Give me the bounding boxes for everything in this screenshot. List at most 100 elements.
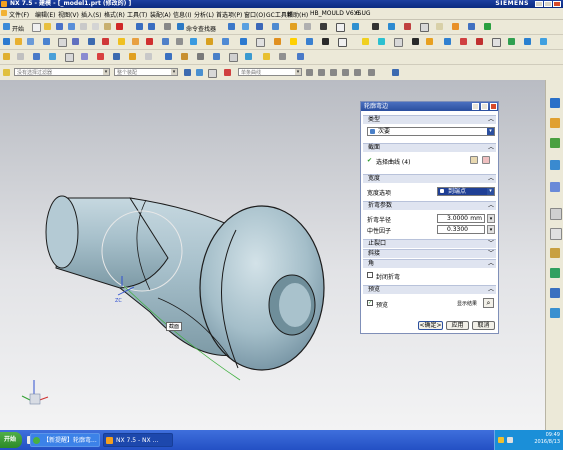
- snap-intersection-icon[interactable]: [354, 69, 361, 76]
- cube-icon[interactable]: [392, 69, 399, 76]
- bend-parameters-header[interactable]: 折弯参数 ︿: [363, 201, 496, 210]
- preview-checkbox[interactable]: ✓: [367, 300, 373, 306]
- select-features-icon[interactable]: [184, 69, 191, 76]
- highlight-icon[interactable]: [362, 38, 369, 45]
- zoom-icon[interactable]: [256, 23, 263, 30]
- sphere-icon[interactable]: [72, 38, 79, 45]
- unite-icon[interactable]: [118, 38, 125, 45]
- boss-icon[interactable]: [102, 38, 109, 45]
- contour-flange-icon[interactable]: [33, 53, 40, 60]
- wireframe-icon[interactable]: [322, 38, 329, 45]
- shade-icon[interactable]: [378, 38, 385, 45]
- gusset-icon[interactable]: [213, 53, 220, 60]
- select-point-icon[interactable]: [224, 69, 231, 76]
- bridge-icon[interactable]: [297, 53, 304, 60]
- relief-section-header[interactable]: 止裂口 ﹀: [363, 239, 496, 248]
- render-style-icon[interactable]: [320, 23, 327, 30]
- layer-settings-icon[interactable]: [540, 38, 547, 45]
- part-nav-icon[interactable]: [524, 38, 531, 45]
- save-icon[interactable]: [56, 23, 63, 30]
- jog-icon[interactable]: [245, 53, 252, 60]
- minimize-button[interactable]: [535, 1, 543, 7]
- tab-icon[interactable]: [3, 53, 10, 60]
- select-curve-label[interactable]: 选择曲线 (4): [376, 157, 410, 166]
- reset-icon[interactable]: [472, 103, 479, 110]
- section-section-header[interactable]: 截面 ︿: [363, 143, 496, 152]
- perspective-icon[interactable]: [304, 23, 311, 30]
- arc-icon[interactable]: [426, 38, 433, 45]
- web-browser-icon[interactable]: [550, 182, 560, 192]
- unbend-icon[interactable]: [81, 53, 88, 60]
- sketch-section-icon[interactable]: [470, 156, 478, 164]
- fit-view-icon[interactable]: [242, 23, 249, 30]
- window-icon[interactable]: [228, 23, 235, 30]
- neutral-factor-input[interactable]: 0.3300: [437, 225, 485, 234]
- shell-icon[interactable]: [190, 38, 197, 45]
- start-menu-label[interactable]: 开始: [12, 24, 24, 33]
- subtract-icon[interactable]: [132, 38, 139, 45]
- menu-ysug[interactable]: YSUG: [354, 10, 371, 17]
- block-icon[interactable]: [27, 38, 34, 45]
- system-scenes-icon[interactable]: [550, 288, 560, 298]
- edge-blend-icon[interactable]: [162, 38, 169, 45]
- snap-quadrant-icon[interactable]: [342, 69, 349, 76]
- maximize-button[interactable]: [544, 1, 552, 7]
- assembly-navigator-icon[interactable]: [550, 98, 560, 108]
- show-hide-icon[interactable]: [352, 23, 359, 30]
- taskbar-item-browser[interactable]: 【新提醒】轮廓弯...: [30, 433, 100, 447]
- datum-plane-icon[interactable]: [388, 23, 395, 30]
- measure-icon[interactable]: [452, 23, 459, 30]
- taskbar-item-nx[interactable]: NX 7.5 - NX ...: [103, 433, 173, 447]
- new-file-icon[interactable]: [32, 23, 41, 32]
- bend-radius-menu-icon[interactable]: ▾: [487, 214, 495, 223]
- collapse-icon[interactable]: [481, 103, 488, 110]
- clock[interactable]: 09:49 2016/8/13: [534, 432, 560, 446]
- menu-help[interactable]: 帮助(H): [287, 10, 308, 19]
- start-button[interactable]: 开始: [0, 432, 22, 448]
- bead-icon[interactable]: [197, 53, 204, 60]
- macro-icon[interactable]: [492, 38, 501, 47]
- bend-icon[interactable]: [65, 53, 74, 62]
- convert-icon[interactable]: [263, 53, 270, 60]
- menu-edit[interactable]: 编辑(E): [35, 10, 55, 19]
- menu-file[interactable]: 文件(F): [9, 10, 29, 19]
- extrude-icon[interactable]: [3, 38, 10, 45]
- miter-section-header[interactable]: 斜接 ﹀: [363, 249, 496, 258]
- rotate-icon[interactable]: [272, 23, 279, 30]
- cancel-button[interactable]: 取消: [472, 321, 495, 330]
- menu-preferences[interactable]: 首选项(P): [216, 10, 242, 19]
- menu-analysis[interactable]: 分析(L): [194, 10, 214, 19]
- offset-icon[interactable]: [274, 38, 281, 45]
- louver-icon[interactable]: [181, 53, 188, 60]
- point-icon[interactable]: [460, 38, 467, 45]
- menu-window[interactable]: 窗口(O): [244, 10, 265, 19]
- paste-icon[interactable]: [104, 23, 111, 30]
- pattern-icon[interactable]: [256, 38, 265, 47]
- process-studio-icon[interactable]: [550, 248, 560, 258]
- curve-rule-dropdown[interactable]: 单条曲线 ▾: [238, 68, 302, 76]
- select-faces-icon[interactable]: [196, 69, 203, 76]
- grid-icon[interactable]: [394, 38, 403, 47]
- neutral-factor-menu-icon[interactable]: ▾: [487, 225, 495, 234]
- dialog-title-bar[interactable]: 轮廓弯边: [361, 102, 498, 111]
- cone-icon[interactable]: [58, 38, 67, 47]
- dialog-close-icon[interactable]: [490, 103, 497, 110]
- spline-icon[interactable]: [444, 38, 451, 45]
- menu-info[interactable]: 信息(I): [173, 10, 191, 19]
- mould-icon[interactable]: [508, 38, 515, 45]
- snap-point-icon[interactable]: [368, 69, 375, 76]
- ok-button[interactable]: <确定>: [418, 321, 443, 330]
- sheet-icon[interactable]: [436, 23, 443, 30]
- close-corner-checkbox[interactable]: [367, 272, 373, 278]
- sew-icon[interactable]: [306, 38, 313, 45]
- analysis-icon[interactable]: [468, 23, 475, 30]
- mirror-icon[interactable]: [240, 38, 247, 45]
- cylinder-icon[interactable]: [43, 38, 50, 45]
- history-icon[interactable]: [550, 208, 562, 220]
- magnifier-icon[interactable]: ⌕: [483, 298, 494, 308]
- command-finder-label[interactable]: 命令查找器: [186, 24, 216, 33]
- draft-icon[interactable]: [206, 38, 213, 45]
- snap-midpoint-icon[interactable]: [318, 69, 325, 76]
- snap-center-icon[interactable]: [330, 69, 337, 76]
- curve-section-icon[interactable]: [482, 156, 490, 164]
